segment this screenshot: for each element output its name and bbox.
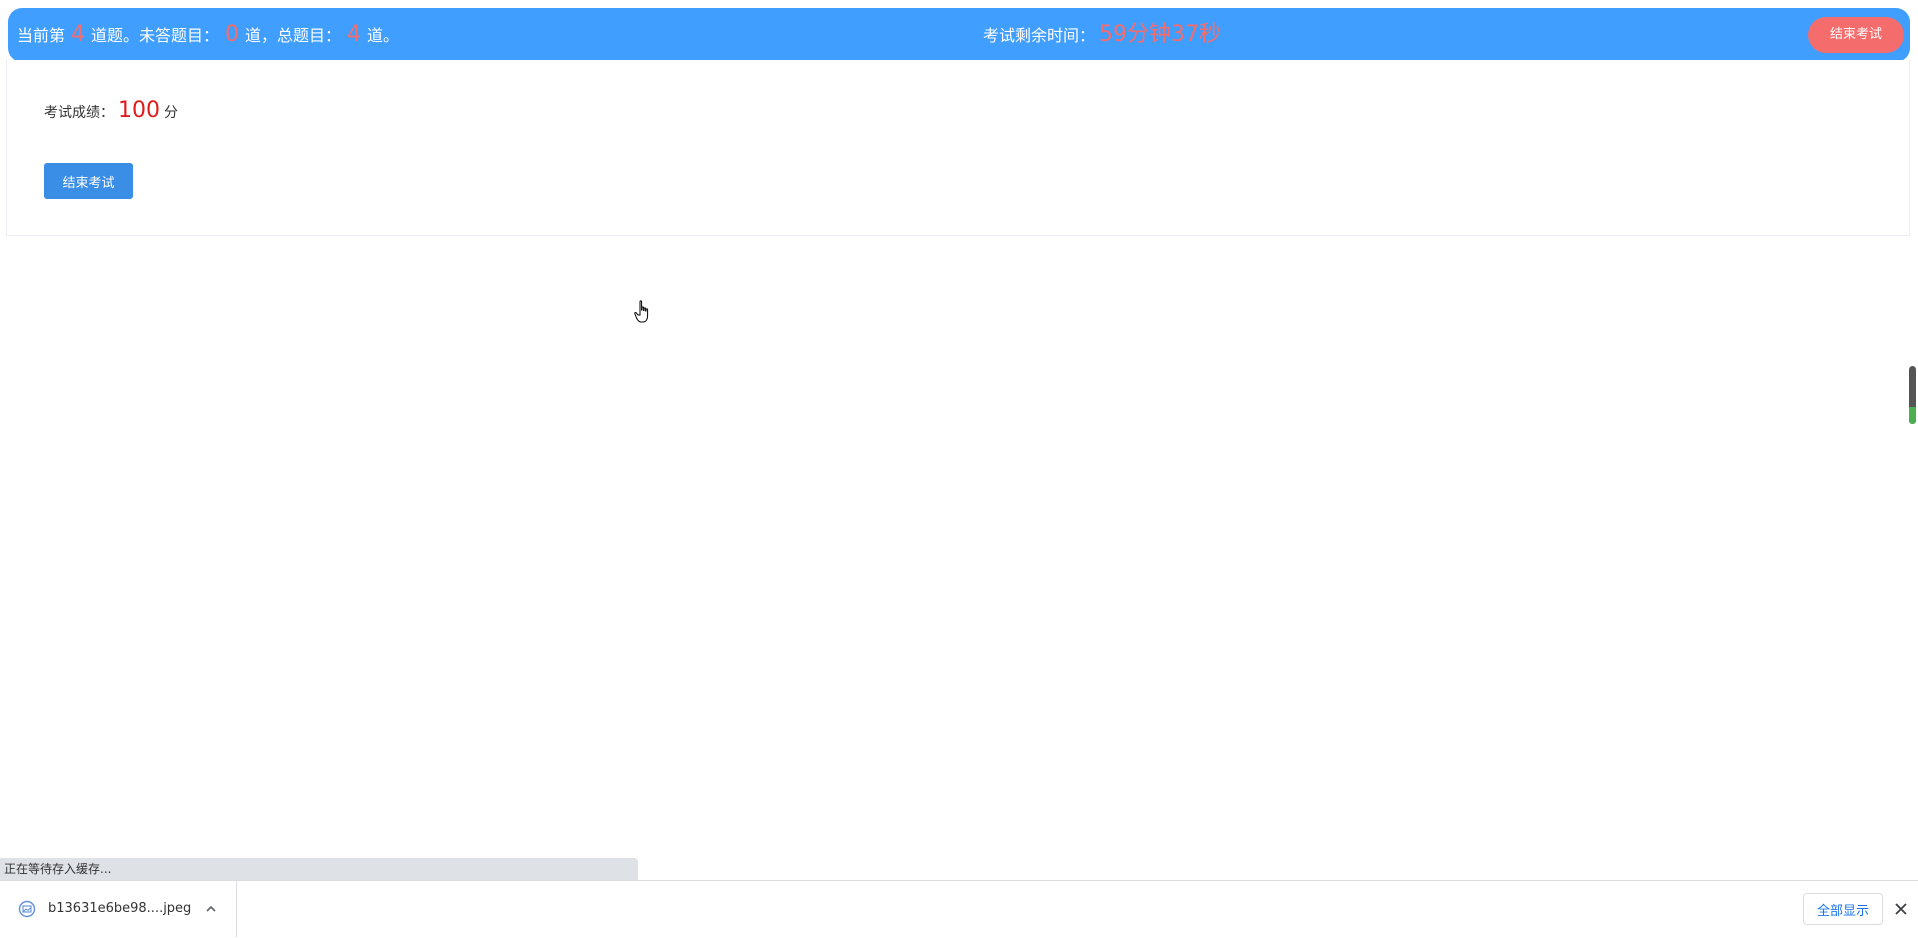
end-exam-button[interactable]: 结束考试 xyxy=(44,163,133,199)
current-question-prefix: 当前第 xyxy=(17,26,66,45)
timer-value: 59分钟37秒 xyxy=(1099,22,1222,47)
image-file-icon xyxy=(18,900,36,918)
page-scrollbar[interactable] xyxy=(1909,366,1916,424)
download-item[interactable]: b13631e6be98....jpeg xyxy=(0,881,237,937)
current-question-number: 4 xyxy=(71,22,86,47)
score-unit: 分 xyxy=(164,105,178,121)
total-label: 道，总题目： xyxy=(245,26,342,45)
scrollbar-progress xyxy=(1909,406,1916,424)
download-file-name: b13631e6be98....jpeg xyxy=(48,901,192,916)
unanswered-label: 道题。未答题目： xyxy=(91,26,220,45)
result-panel: 考试成绩： 100 分 结束考试 xyxy=(6,60,1910,236)
unanswered-count: 0 xyxy=(225,22,240,47)
show-all-downloads-button[interactable]: 全部显示 xyxy=(1803,893,1883,925)
score-label: 考试成绩： xyxy=(44,105,114,121)
hand-cursor-icon xyxy=(634,300,649,323)
end-exam-top-button[interactable]: 结束考试 xyxy=(1808,17,1904,53)
status-bubble: 正在等待存入缓存... xyxy=(0,858,638,880)
download-shelf: b13631e6be98....jpeg 全部显示 xyxy=(0,880,1918,938)
chevron-up-icon[interactable] xyxy=(204,902,218,916)
total-suffix: 道。 xyxy=(367,26,400,45)
exam-score: 考试成绩： 100 分 xyxy=(44,98,178,123)
remaining-time: 考试剩余时间： 59分钟37秒 xyxy=(983,8,1221,62)
close-icon[interactable] xyxy=(1893,901,1909,917)
exam-status-bar: 当前第 4 道题。未答题目： 0 道，总题目： 4 道。 考试剩余时间： 59分钟37秒 结束… xyxy=(8,8,1910,62)
score-value: 100 xyxy=(118,98,160,123)
question-progress: 当前第 4 道题。未答题目： 0 道，总题目： 4 道。 xyxy=(17,8,399,62)
timer-label: 考试剩余时间： xyxy=(983,26,1096,45)
total-count: 4 xyxy=(347,22,362,47)
